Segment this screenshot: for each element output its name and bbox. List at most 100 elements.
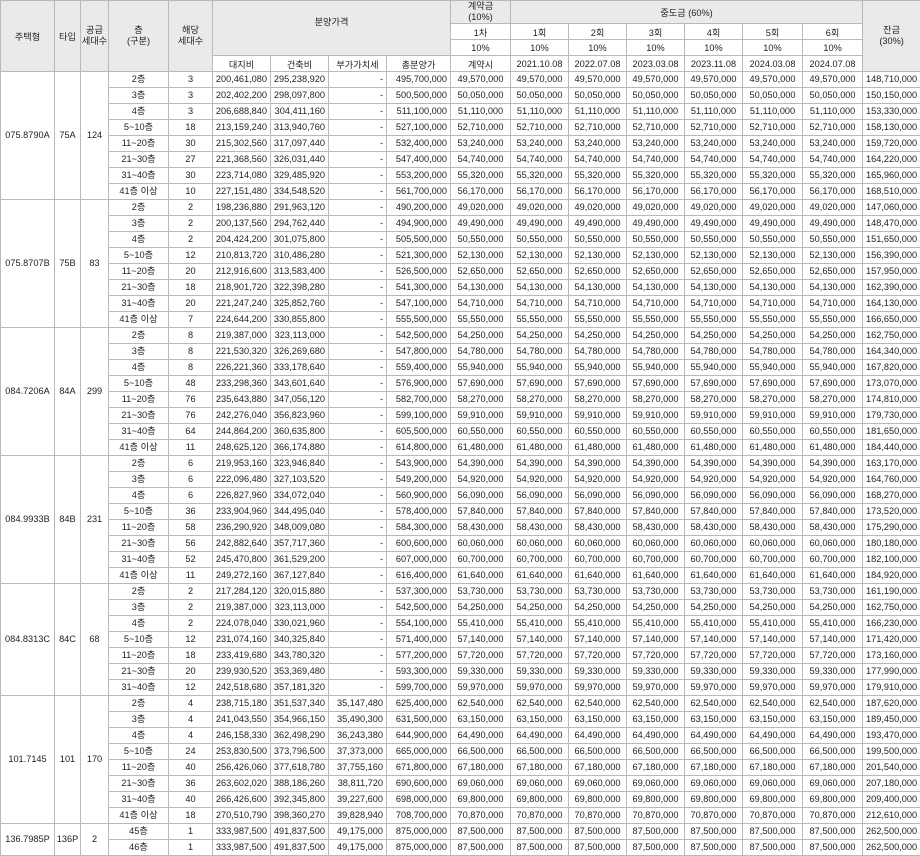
unit-type: 084.7206A	[1, 328, 55, 456]
table-row: 5~10층12210,813,720310,486,280-521,300,00…	[1, 248, 920, 264]
unit-supply: 68	[81, 584, 109, 696]
mid-6-cell: 59,910,000	[803, 408, 863, 424]
mid-2-cell: 54,710,000	[569, 296, 627, 312]
floor-cell: 2층	[109, 72, 169, 88]
deposit-cell: 54,920,000	[451, 472, 511, 488]
mid-2-cell: 51,110,000	[569, 104, 627, 120]
mid-2-cell: 66,500,000	[569, 744, 627, 760]
balance-cell: 179,730,000	[863, 408, 920, 424]
vat-cell: 35,147,480	[329, 696, 387, 712]
vat-cell: -	[329, 72, 387, 88]
vat-cell: -	[329, 88, 387, 104]
mid-4-cell: 50,550,000	[685, 232, 743, 248]
floor-cell: 5~10층	[109, 248, 169, 264]
mid-4-cell: 53,730,000	[685, 584, 743, 600]
balance-cell: 148,470,000	[863, 216, 920, 232]
total-price-cell: 625,400,000	[387, 696, 451, 712]
deposit-cell: 52,130,000	[451, 248, 511, 264]
mid-3-cell: 49,020,000	[627, 200, 685, 216]
deposit-cell: 54,250,000	[451, 328, 511, 344]
table-row: 4층3206,688,840304,411,160-511,100,00051,…	[1, 104, 920, 120]
mid-3-cell: 60,700,000	[627, 552, 685, 568]
mid-4-cell: 70,870,000	[685, 808, 743, 824]
mid-1-cell: 55,940,000	[511, 360, 569, 376]
table-row: 3층2219,387,000323,113,000-542,500,00054,…	[1, 600, 920, 616]
mid-1-cell: 60,550,000	[511, 424, 569, 440]
mid-4-cell: 49,490,000	[685, 216, 743, 232]
floor-units-cell: 10	[169, 184, 213, 200]
unit-tip: 84B	[55, 456, 81, 584]
floor-units-cell: 40	[169, 760, 213, 776]
table-row: 3층2200,137,560294,762,440-494,900,00049,…	[1, 216, 920, 232]
mid-1-cell: 54,710,000	[511, 296, 569, 312]
mid-2-cell: 54,250,000	[569, 328, 627, 344]
floor-cell: 4층	[109, 728, 169, 744]
mid-date-5: 2024.03.08	[743, 56, 803, 72]
land-cost-cell: 235,643,880	[213, 392, 271, 408]
mid-1-cell: 58,270,000	[511, 392, 569, 408]
unit-supply: 170	[81, 696, 109, 824]
floor-units-cell: 12	[169, 248, 213, 264]
vat-cell: 39,828,940	[329, 808, 387, 824]
mid-6-cell: 60,700,000	[803, 552, 863, 568]
mid-6-cell: 60,060,000	[803, 536, 863, 552]
mid-date-3: 2023.03.08	[627, 56, 685, 72]
balance-cell: 189,450,000	[863, 712, 920, 728]
total-price-cell: 631,500,000	[387, 712, 451, 728]
balance-cell: 147,060,000	[863, 200, 920, 216]
balance-cell: 201,540,000	[863, 760, 920, 776]
land-cost-cell: 212,916,600	[213, 264, 271, 280]
total-price-cell: 671,800,000	[387, 760, 451, 776]
build-cost-cell: 351,537,340	[271, 696, 329, 712]
mid-3-cell: 55,940,000	[627, 360, 685, 376]
mid-1-cell: 49,570,000	[511, 72, 569, 88]
land-cost-cell: 210,813,720	[213, 248, 271, 264]
mid-4-cell: 54,780,000	[685, 344, 743, 360]
total-price-cell: 599,100,000	[387, 408, 451, 424]
mid-4-cell: 50,050,000	[685, 88, 743, 104]
mid-6-cell: 54,710,000	[803, 296, 863, 312]
mid-6-cell: 57,840,000	[803, 504, 863, 520]
total-price-cell: 577,200,000	[387, 648, 451, 664]
floor-units-cell: 12	[169, 680, 213, 696]
mid-5-cell: 66,500,000	[743, 744, 803, 760]
land-cost-cell: 224,644,200	[213, 312, 271, 328]
mid-6-cell: 55,410,000	[803, 616, 863, 632]
mid-5-cell: 55,410,000	[743, 616, 803, 632]
total-price-cell: 605,500,000	[387, 424, 451, 440]
land-cost-cell: 238,715,180	[213, 696, 271, 712]
mid-4-cell: 61,480,000	[685, 440, 743, 456]
floor-cell: 31~40층	[109, 680, 169, 696]
floor-units-cell: 11	[169, 568, 213, 584]
vat-cell: -	[329, 472, 387, 488]
mid-3-cell: 60,550,000	[627, 424, 685, 440]
table-row: 21~30층20239,930,520353,369,480-593,300,0…	[1, 664, 920, 680]
vat-cell: -	[329, 216, 387, 232]
total-price-cell: 537,300,000	[387, 584, 451, 600]
land-cost-cell: 215,302,560	[213, 136, 271, 152]
table-row: 41층 이상11249,272,160367,127,840-616,400,0…	[1, 568, 920, 584]
total-price-cell: 547,800,000	[387, 344, 451, 360]
floor-cell: 3층	[109, 344, 169, 360]
land-cost-cell: 249,272,160	[213, 568, 271, 584]
floor-units-cell: 2	[169, 600, 213, 616]
mid-5-cell: 87,500,000	[743, 824, 803, 840]
build-cost-cell: 317,097,440	[271, 136, 329, 152]
mid-4-cell: 54,130,000	[685, 280, 743, 296]
mid-2-cell: 69,800,000	[569, 792, 627, 808]
deposit-cell: 61,640,000	[451, 568, 511, 584]
price-col-3: 부가가치세	[329, 56, 387, 72]
unit-type: 084.8313C	[1, 584, 55, 696]
mid-3-cell: 57,720,000	[627, 648, 685, 664]
mid-6-cell: 60,550,000	[803, 424, 863, 440]
total-price-cell: 582,700,000	[387, 392, 451, 408]
deposit-cell: 69,060,000	[451, 776, 511, 792]
build-cost-cell: 325,852,760	[271, 296, 329, 312]
table-row: 41층 이상10227,151,480334,548,520-561,700,0…	[1, 184, 920, 200]
land-cost-cell: 219,953,160	[213, 456, 271, 472]
table-row: 41층 이상7224,644,200330,855,800-555,500,00…	[1, 312, 920, 328]
floor-cell: 45층	[109, 824, 169, 840]
mid-1-cell: 63,150,000	[511, 712, 569, 728]
land-cost-cell: 333,987,500	[213, 824, 271, 840]
mid-date-2: 2022.07.08	[569, 56, 627, 72]
